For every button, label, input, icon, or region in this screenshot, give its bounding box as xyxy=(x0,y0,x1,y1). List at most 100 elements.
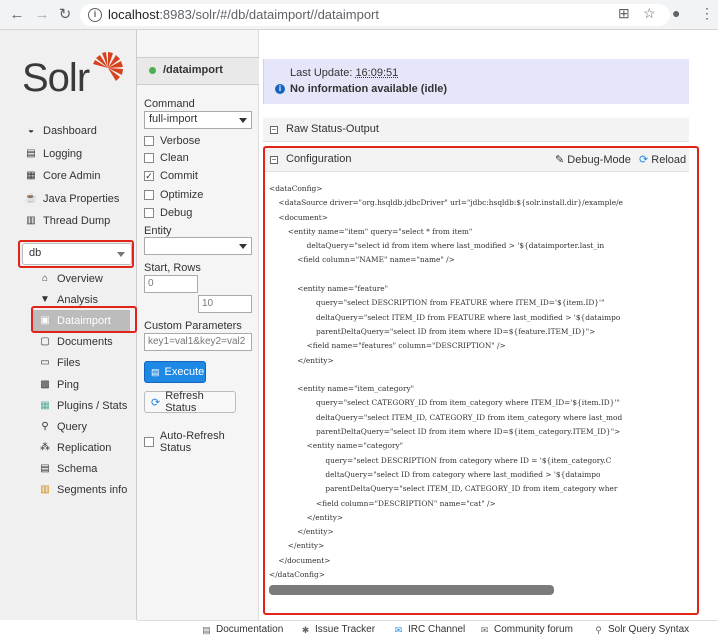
checkbox-label: Auto-Refresh Status xyxy=(159,430,225,454)
chat-icon: ✉ xyxy=(394,624,403,635)
sidebar-item-label: Dashboard xyxy=(43,125,97,138)
button-label: Refresh Status xyxy=(165,390,204,414)
sidebar-item-query[interactable]: ⚲ Query xyxy=(38,416,130,437)
sidebar-item-dashboard[interactable]: ◒ Dashboard xyxy=(24,120,119,143)
sidebar-item-segments-info[interactable]: ▥ Segments info xyxy=(38,480,130,501)
status-message: i No information available (idle) xyxy=(275,83,447,95)
link-label: IRC Channel xyxy=(408,624,466,635)
core-admin-icon: ▦ xyxy=(26,170,36,182)
commit-checkbox[interactable]: ✓ Commit xyxy=(144,170,198,182)
refresh-status-button[interactable]: ⟳ Refresh Status xyxy=(144,390,236,414)
solr-sun-icon xyxy=(93,52,123,81)
sidebar-item-replication[interactable]: ⁂ Replication xyxy=(38,438,130,459)
kebab-menu-icon[interactable]: ⋮ xyxy=(700,5,714,22)
issue-tracker-link[interactable]: ✱ Issue Tracker xyxy=(300,624,375,635)
funnel-icon: ▼ xyxy=(40,293,50,305)
rows-input[interactable]: 10 xyxy=(198,295,252,313)
sidebar-item-label: Analysis xyxy=(57,293,98,306)
checkbox-icon xyxy=(144,190,154,200)
checkmark-icon: ✓ xyxy=(144,171,154,181)
irc-channel-link[interactable]: ✉ IRC Channel xyxy=(393,624,466,635)
main-menu: ◒ Dashboard ▤ Logging ▦ Core Admin ☕ Java Pr… xyxy=(24,120,120,233)
replication-icon: ⁂ xyxy=(40,442,50,454)
dashboard-icon: ◒ xyxy=(27,125,35,137)
sidebar-item-label: Segments info xyxy=(57,484,128,497)
debug-checkbox[interactable]: Debug xyxy=(144,207,192,219)
document-icon: ▤ xyxy=(202,624,211,635)
url-text: localhost:8983/solr/#/db/dataimport//dat… xyxy=(108,7,379,22)
raw-status-section[interactable]: − Raw Status-Output xyxy=(263,118,689,142)
home-icon: ⌂ xyxy=(41,272,49,284)
custom-params-label: Custom Parameters xyxy=(144,320,242,332)
back-icon[interactable]: ← xyxy=(8,6,26,24)
command-select[interactable]: full-import xyxy=(144,111,252,129)
sidebar-item-files[interactable]: ▭ Files xyxy=(38,353,130,374)
sidebar-item-documents[interactable]: ▢ Documents xyxy=(38,332,130,353)
query-icon: ⚲ xyxy=(41,420,49,432)
sidebar-item-java-properties[interactable]: ☕ Java Properties xyxy=(24,188,120,211)
sidebar-item-core-admin[interactable]: ▦ Core Admin xyxy=(24,165,119,188)
query-syntax-link[interactable]: ⚲ Solr Query Syntax xyxy=(593,624,689,635)
reload-icon[interactable]: ↻ xyxy=(56,6,74,24)
dataimport-panel: /dataimport Command full-import Verbose … xyxy=(137,30,259,620)
sidebar-item-thread-dump[interactable]: ▥ Thread Dump xyxy=(24,210,119,233)
custom-params-input[interactable]: key1=val1&key2=val2 xyxy=(144,333,252,351)
handler-name: /dataimport xyxy=(163,64,223,76)
mail-icon: ✉ xyxy=(480,624,489,635)
info-icon[interactable]: i xyxy=(88,8,102,22)
checkbox-label: Verbose xyxy=(160,135,201,147)
entity-select[interactable] xyxy=(144,237,252,255)
bug-icon: ✱ xyxy=(301,624,310,635)
start-input[interactable]: 0 xyxy=(144,275,198,293)
sidebar-item-label: Schema xyxy=(57,463,98,476)
sidebar: Solr ◒ Dashboard ▤ Logging ▦ Core Admin ☕ Ja… xyxy=(0,30,137,620)
checkbox-label: Commit xyxy=(160,170,198,182)
sidebar-item-label: Plugins / Stats xyxy=(57,399,128,412)
start-rows-label: Start, Rows xyxy=(144,262,201,274)
entity-label: Entity xyxy=(144,225,172,237)
last-update: Last Update: 16:09:51 xyxy=(290,67,399,79)
sidebar-item-label: Thread Dump xyxy=(43,215,111,228)
footer: ▤ Documentation ✱ Issue Tracker ✉ IRC Chann… xyxy=(137,620,718,640)
command-label: Command xyxy=(144,98,195,110)
address-bar[interactable]: i localhost:8983/solr/#/db/dataimport//d… xyxy=(80,4,670,26)
sidebar-item-overview[interactable]: ⌂ Overview xyxy=(38,268,130,289)
auto-refresh-checkbox[interactable]: Auto-Refresh Status xyxy=(144,430,258,454)
execute-button[interactable]: ▤ Execute xyxy=(144,361,206,383)
refresh-icon: ⟳ xyxy=(151,396,161,409)
sidebar-item-label: Core Admin xyxy=(43,170,101,183)
highlight-box xyxy=(263,146,699,615)
translate-icon[interactable]: ⊞ xyxy=(618,5,630,22)
chevron-down-icon xyxy=(239,244,247,249)
documentation-link[interactable]: ▤ Documentation xyxy=(201,624,283,635)
rows-value: 10 xyxy=(202,298,214,309)
optimize-checkbox[interactable]: Optimize xyxy=(144,189,203,201)
link-label: Documentation xyxy=(216,624,284,635)
checkbox-label: Debug xyxy=(160,207,193,219)
last-update-time: 16:09:51 xyxy=(355,67,399,79)
ping-icon: ▩ xyxy=(40,378,50,390)
forward-icon[interactable]: → xyxy=(33,6,51,24)
verbose-checkbox[interactable]: Verbose xyxy=(144,135,200,147)
sidebar-item-schema[interactable]: ▤ Schema xyxy=(38,459,130,480)
sidebar-item-label: Query xyxy=(57,420,87,433)
sidebar-item-label: Overview xyxy=(57,272,103,285)
browser-toolbar: ← → ↻ i localhost:8983/solr/#/db/dataimp… xyxy=(0,0,718,30)
clean-checkbox[interactable]: Clean xyxy=(144,152,189,164)
checkbox-label: Optimize xyxy=(160,189,204,201)
star-icon[interactable]: ☆ xyxy=(643,5,656,22)
profile-icon[interactable]: ● xyxy=(672,5,680,21)
sidebar-item-ping[interactable]: ▩ Ping xyxy=(38,374,130,395)
sidebar-item-label: Files xyxy=(57,357,81,370)
plugins-icon: ▦ xyxy=(40,399,50,411)
sidebar-item-label: Logging xyxy=(43,147,83,160)
logging-icon: ▤ xyxy=(26,147,36,159)
sidebar-item-plugins-stats[interactable]: ▦ Plugins / Stats xyxy=(38,395,130,416)
thread-dump-icon: ▥ xyxy=(26,215,36,227)
custom-params-placeholder: key1=val1&key2=val2 xyxy=(148,336,246,347)
highlight-box xyxy=(18,240,134,268)
community-forum-link[interactable]: ✉ Community forum xyxy=(479,624,573,635)
sidebar-item-logging[interactable]: ▤ Logging xyxy=(24,143,119,166)
link-label: Issue Tracker xyxy=(315,624,376,635)
dataimport-handler-title[interactable]: /dataimport xyxy=(137,57,259,85)
